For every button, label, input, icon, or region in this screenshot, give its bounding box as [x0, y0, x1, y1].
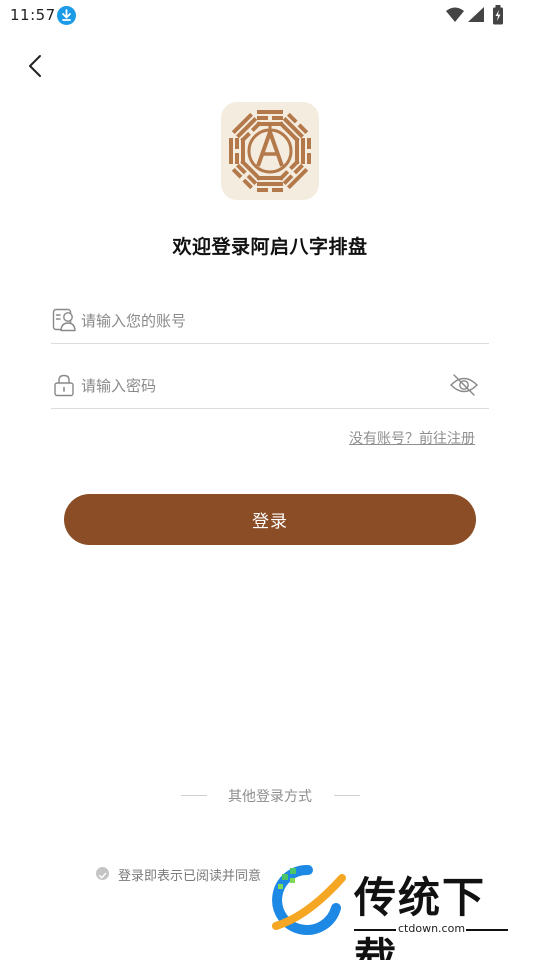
agreement-text: 登录即表示已阅读并同意 [118, 869, 262, 884]
eye-off-icon [450, 374, 478, 396]
battery-icon [493, 5, 503, 25]
register-link[interactable]: 没有账号？前往注册 [349, 428, 475, 448]
user-card-icon [52, 308, 76, 332]
password-visibility-toggle[interactable] [449, 373, 479, 397]
watermark-line [354, 929, 396, 931]
login-button[interactable]: 登录 [64, 494, 476, 545]
lock-icon [54, 374, 74, 397]
bagua-logo-icon [229, 110, 311, 192]
watermark-overlay: 传统下载 ctdown.com [268, 860, 520, 960]
signal-icon [468, 7, 484, 22]
page-title: 欢迎登录阿启八字排盘 [172, 236, 368, 258]
app-logo [221, 102, 319, 200]
password-input[interactable] [81, 371, 441, 401]
check-icon [98, 872, 107, 879]
watermark-brand: 传统下载 [354, 873, 487, 960]
chevron-left-icon [29, 55, 41, 77]
wifi-icon [446, 7, 464, 22]
back-button[interactable] [22, 52, 50, 80]
divider-line [334, 795, 360, 796]
status-bar: 11:57 [0, 0, 540, 32]
download-icon [57, 6, 76, 25]
watermark-domain: ctdown.com [398, 922, 466, 935]
account-input[interactable] [81, 306, 441, 336]
account-field [51, 300, 489, 344]
watermark-line [466, 929, 508, 931]
watermark-logo-icon [272, 864, 346, 935]
other-login-methods-label: 其他登录方式 [228, 789, 312, 805]
status-time: 11:57 [10, 6, 56, 24]
agreement-checkbox[interactable] [96, 867, 109, 880]
password-field [51, 365, 489, 409]
